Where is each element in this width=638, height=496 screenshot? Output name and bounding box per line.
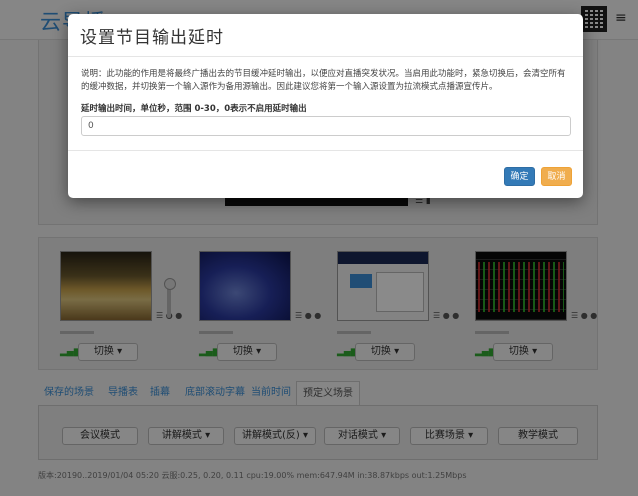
dialog-description: 说明：此功能的作用是将最终广播出去的节目缓冲延时输出，以便应对直播突发状况。当启… bbox=[81, 69, 566, 92]
dialog-footer: 确定 取消 bbox=[68, 150, 583, 198]
delay-field-label: 延时输出时间，单位秒，范围 0-30，0表示不启用延时输出 bbox=[81, 104, 307, 114]
dialog-header: 设置节目输出延时 bbox=[68, 14, 583, 57]
output-delay-dialog: 设置节目输出延时 说明：此功能的作用是将最终广播出去的节目缓冲延时输出，以便应对… bbox=[68, 14, 583, 198]
dialog-title: 设置节目输出延时 bbox=[80, 28, 224, 48]
cancel-button[interactable]: 取消 bbox=[541, 167, 572, 186]
delay-seconds-input[interactable] bbox=[81, 116, 571, 136]
confirm-button[interactable]: 确定 bbox=[504, 167, 535, 186]
